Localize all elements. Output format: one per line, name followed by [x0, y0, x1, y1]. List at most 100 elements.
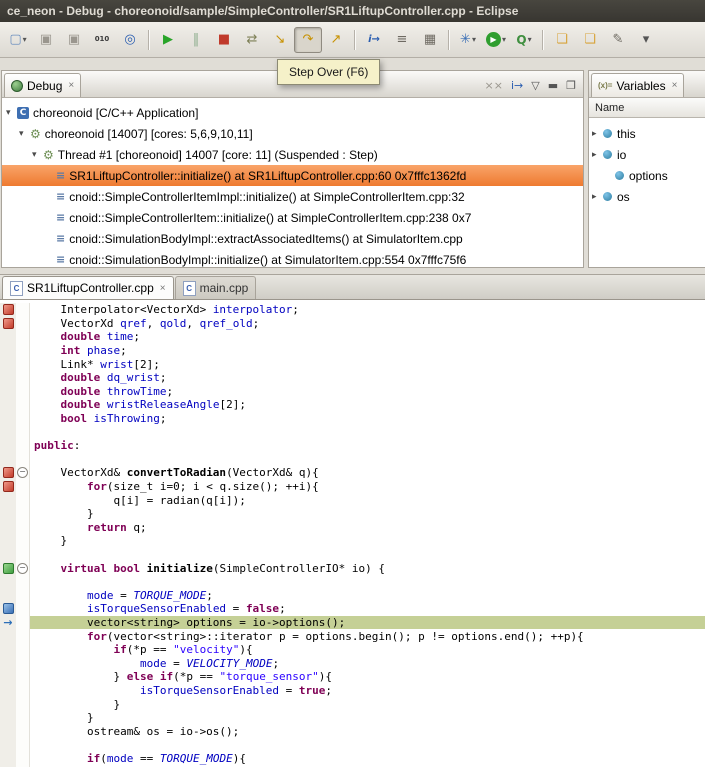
code-line[interactable]: } — [0, 697, 705, 711]
suspend-button[interactable]: ‖ — [182, 27, 210, 53]
code-line[interactable] — [0, 575, 705, 589]
external-tools-button[interactable]: Q▾ — [510, 27, 538, 53]
code-line[interactable]: isTorqueSensorEnabled = true; — [0, 684, 705, 698]
code-line[interactable]: for(vector<string>::iterator p = options… — [0, 629, 705, 643]
code-line[interactable]: double dq_wrist; — [0, 371, 705, 385]
debug-dropdown-icon[interactable]: ▾ — [472, 35, 476, 44]
expander-icon[interactable]: ▾ — [19, 129, 30, 139]
resume-button[interactable]: ▶ — [154, 27, 182, 53]
debug-stack-row[interactable]: ≡SR1LiftupController::initialize() at SR… — [2, 165, 583, 186]
code-line[interactable]: q[i] = radian(q[i]); — [0, 493, 705, 507]
annotation-ruler-cell[interactable] — [0, 493, 16, 507]
annotation-ruler-cell[interactable] — [0, 385, 16, 399]
code-line[interactable]: if(*p == "velocity"){ — [0, 643, 705, 657]
code-line[interactable]: double throwTime; — [0, 385, 705, 399]
annotation-ruler-cell[interactable] — [0, 303, 16, 317]
terminate-button[interactable]: ■ — [210, 27, 238, 53]
collapse-icon[interactable]: − — [17, 563, 28, 574]
annotation-ruler-cell[interactable] — [0, 466, 16, 480]
annotation-ruler-cell[interactable] — [0, 752, 16, 766]
code-line[interactable]: − VectorXd& convertToRadian(VectorXd& q)… — [0, 466, 705, 480]
code-line[interactable]: } — [0, 711, 705, 725]
code-line[interactable]: − virtual bool initialize(SimpleControll… — [0, 561, 705, 575]
annotation-ruler-cell[interactable] — [0, 425, 16, 439]
expander-icon[interactable]: ▸ — [592, 150, 603, 160]
code-editor[interactable]: Interpolator<VectorXd> interpolator; Vec… — [0, 300, 705, 767]
code-line[interactable]: → vector<string> options = io->options()… — [0, 616, 705, 630]
code-line[interactable]: for(size_t i=0; i < q.size(); ++i){ — [0, 480, 705, 494]
annotation-ruler-cell[interactable] — [0, 317, 16, 331]
annotation-ruler-cell[interactable] — [0, 330, 16, 344]
annotation-ruler-cell[interactable] — [0, 575, 16, 589]
debug-stack-row[interactable]: ▾⚙Thread #1 [choreonoid] 14007 [core: 11… — [2, 144, 583, 165]
code-line[interactable]: } — [0, 534, 705, 548]
code-line[interactable]: bool isThrowing; — [0, 412, 705, 426]
code-line[interactable] — [0, 425, 705, 439]
debug-button[interactable]: ✳▾ — [454, 27, 482, 53]
annotation-ruler-cell[interactable] — [0, 738, 16, 752]
annotation-ruler-cell[interactable] — [0, 548, 16, 562]
annotation-ruler-cell[interactable] — [0, 398, 16, 412]
toolbar-overflow-button[interactable]: ▾ — [632, 27, 660, 53]
tab-variables[interactable]: (x)= Variables × — [591, 73, 684, 97]
annotation-ruler-cell[interactable] — [0, 371, 16, 385]
code-line[interactable]: Link* wrist[2]; — [0, 357, 705, 371]
debug-stack-row[interactable]: ≡cnoid::SimpleControllerItemImpl::initia… — [2, 186, 583, 207]
debug-stack-row[interactable]: ≡cnoid::SimulationBodyImpl::extractAssoc… — [2, 228, 583, 249]
code-line[interactable]: VectorXd qref, qold, qref_old; — [0, 317, 705, 331]
close-icon[interactable]: × — [160, 283, 166, 294]
code-line[interactable] — [0, 738, 705, 752]
expander-icon[interactable]: ▸ — [592, 192, 603, 202]
annotation-ruler-cell[interactable] — [0, 561, 16, 575]
annotation-ruler-cell[interactable] — [0, 453, 16, 467]
code-line[interactable]: int phase; — [0, 344, 705, 358]
code-line[interactable]: ostream& os = io->os(); — [0, 724, 705, 738]
annotation-ruler-cell[interactable] — [0, 357, 16, 371]
code-line[interactable] — [0, 548, 705, 562]
search-button[interactable]: ◎ — [116, 27, 144, 53]
close-icon[interactable]: × — [672, 80, 678, 91]
code-line[interactable]: mode = VELOCITY_MODE; — [0, 656, 705, 670]
expander-icon[interactable]: ▾ — [32, 150, 43, 160]
step-return-button[interactable]: ↗ — [322, 27, 350, 53]
expander-icon[interactable]: ▸ — [592, 129, 603, 139]
maximize-icon[interactable]: ❐ — [566, 80, 576, 91]
instruction-stepping-icon[interactable]: i→ — [511, 80, 523, 91]
annotation-ruler-cell[interactable] — [0, 684, 16, 698]
save-button[interactable]: ▣ — [32, 27, 60, 53]
annotation-ruler-cell[interactable] — [0, 439, 16, 453]
annotation-ruler-cell[interactable] — [0, 344, 16, 358]
external-tools-dropdown-icon[interactable]: ▾ — [528, 35, 532, 44]
tab-sr1liftupcontroller-cpp[interactable]: C SR1LiftupController.cpp × — [2, 276, 174, 299]
tab-main-cpp[interactable]: C main.cpp — [175, 276, 257, 299]
code-line[interactable]: isTorqueSensorEnabled = false; — [0, 602, 705, 616]
code-line[interactable]: double wristReleaseAngle[2]; — [0, 398, 705, 412]
mark-occurrences-button[interactable]: ✎ — [604, 27, 632, 53]
code-line[interactable]: return q; — [0, 521, 705, 535]
code-line[interactable]: if(mode == TORQUE_MODE){ — [0, 752, 705, 766]
annotation-ruler-cell[interactable] — [0, 697, 16, 711]
annotation-ruler-cell[interactable] — [0, 643, 16, 657]
debug-stack-row[interactable]: ≡cnoid::SimulationBodyImpl::initialize()… — [2, 249, 583, 267]
restart-button[interactable]: ⇄ — [238, 27, 266, 53]
open-resource-button[interactable]: ❏ — [576, 27, 604, 53]
code-line[interactable]: public: — [0, 439, 705, 453]
code-line[interactable]: double time; — [0, 330, 705, 344]
binary-console-button[interactable]: 010 — [88, 27, 116, 53]
annotation-ruler-cell[interactable] — [0, 656, 16, 670]
annotation-ruler-cell[interactable] — [0, 507, 16, 521]
step-into-button[interactable]: ↘ — [266, 27, 294, 53]
view-menu-icon[interactable]: ▽ — [531, 80, 539, 91]
run-dropdown-icon[interactable]: ▾ — [502, 35, 506, 44]
new-wizard-button[interactable]: ▢▾ — [4, 27, 32, 53]
annotation-ruler-cell[interactable] — [0, 724, 16, 738]
annotation-ruler-cell[interactable] — [0, 534, 16, 548]
annotation-ruler-cell[interactable] — [0, 480, 16, 494]
minimize-icon[interactable]: ▬ — [548, 80, 558, 91]
collapse-icon[interactable]: − — [17, 467, 28, 478]
annotation-ruler-cell[interactable] — [0, 412, 16, 426]
annotation-ruler-cell[interactable] — [0, 521, 16, 535]
variable-row[interactable]: ▸os — [589, 186, 705, 207]
new-wizard-dropdown-icon[interactable]: ▾ — [23, 35, 27, 44]
registers-button[interactable]: ▦ — [416, 27, 444, 53]
